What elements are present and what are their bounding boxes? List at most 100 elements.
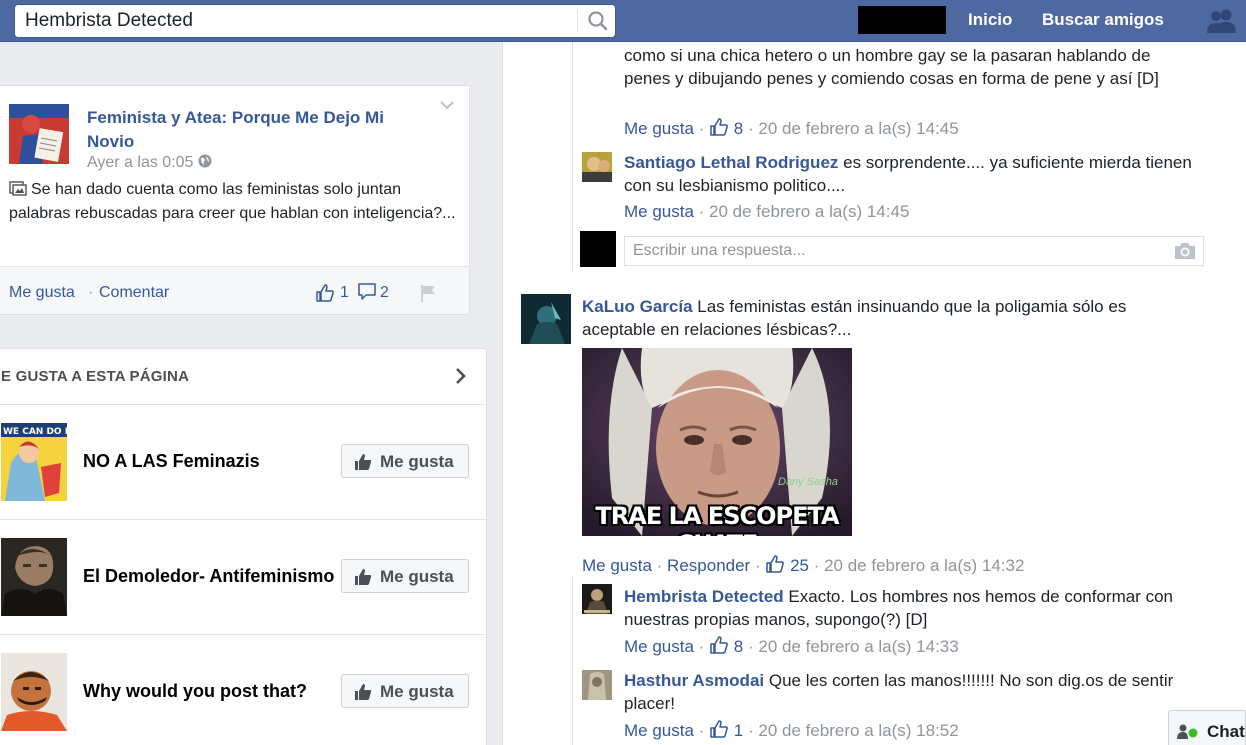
camera-icon xyxy=(1175,243,1195,259)
comments-column: como si una chica hetero o un hombre gay… xyxy=(502,42,1246,745)
post-action-separator: · xyxy=(88,284,94,301)
liked-page-thumbnail[interactable]: WE CAN DO IT! xyxy=(1,423,67,501)
liked-page-thumbnail-image: WE CAN DO IT! xyxy=(1,423,67,501)
commenter-avatar[interactable] xyxy=(582,670,612,700)
reply-comment: Hasthur Asmodai Que les corten las manos… xyxy=(624,669,1194,715)
comment-time[interactable]: 20 de febrero a la(s) 14:33 xyxy=(758,637,958,656)
commenter-avatar[interactable] xyxy=(582,152,612,182)
commenter-name[interactable]: Hasthur Asmodai xyxy=(624,671,764,690)
comment-like-link[interactable]: Me gusta xyxy=(624,721,694,740)
comment-like-count[interactable]: 1 xyxy=(734,721,743,740)
chat-online-icon xyxy=(1177,724,1198,739)
reply-input-box[interactable] xyxy=(624,236,1204,266)
chat-tab[interactable]: Chat xyxy=(1168,710,1246,745)
see-all-button[interactable] xyxy=(453,365,469,387)
post-like-link[interactable]: Me gusta xyxy=(9,284,75,302)
search-button[interactable] xyxy=(583,9,613,33)
like-page-button[interactable]: Me gusta xyxy=(341,444,469,478)
comment-like-link[interactable]: Me gusta xyxy=(624,637,694,656)
post-thumbnail[interactable] xyxy=(9,104,69,164)
search-box[interactable] xyxy=(14,4,616,38)
commenter-avatar-image xyxy=(521,294,571,344)
thumbs-up-icon xyxy=(355,454,372,470)
liked-page-row: Why would you post that? Me gusta xyxy=(0,635,486,745)
chat-label: Chat xyxy=(1207,722,1245,741)
photo-icon xyxy=(9,181,27,196)
post-comment-link[interactable]: Comentar xyxy=(99,284,169,302)
comment-icon xyxy=(358,283,376,300)
post-thumbnail-image xyxy=(9,104,69,164)
liked-page-thumb-text: WE CAN DO IT! xyxy=(3,427,67,437)
comment-meta: Me gusta · 20 de febrero a la(s) 14:45 xyxy=(624,202,910,221)
nav-home-link[interactable]: Inicio xyxy=(968,10,1012,30)
reply-comment: Hembrista Detected Exacto. Los hombres n… xyxy=(624,585,1194,631)
attach-photo-button[interactable] xyxy=(1173,242,1197,260)
like-icon xyxy=(710,720,728,738)
chevron-right-icon xyxy=(456,368,466,384)
commenter-avatar[interactable] xyxy=(521,294,571,344)
comment-like-link[interactable]: Me gusta xyxy=(582,556,652,575)
search-divider xyxy=(577,10,578,32)
commenter-avatar[interactable] xyxy=(582,584,612,614)
friend-requests-button[interactable] xyxy=(1204,6,1240,36)
thumbs-up-icon xyxy=(355,684,372,700)
post-text: Se han dado cuenta como las feministas s… xyxy=(9,178,461,226)
post-options-button[interactable] xyxy=(439,98,455,110)
commenter-avatar-image xyxy=(582,670,612,700)
like-icon xyxy=(766,555,785,573)
flag-icon[interactable] xyxy=(418,283,438,303)
comment-meme-image[interactable]: Dany Sasha TRAE LA ESCOPETA CUATE xyxy=(582,348,852,536)
like-icon xyxy=(710,118,728,136)
reply-input[interactable] xyxy=(625,237,1165,265)
page-likes-header: E GUSTA A ESTA PÁGINA xyxy=(0,349,486,405)
liked-page-thumbnail[interactable] xyxy=(1,653,67,731)
commenter-name[interactable]: Santiago Lethal Rodriguez xyxy=(624,153,838,172)
comment-time[interactable]: 20 de febrero a la(s) 14:45 xyxy=(758,119,958,138)
like-page-button-label: Me gusta xyxy=(380,682,454,701)
search-icon xyxy=(588,11,608,31)
liked-page-name[interactable]: NO A LAS Feminazis xyxy=(83,451,335,472)
commenter-avatar-image xyxy=(582,584,612,614)
suggested-post-card: Feminista y Atea: Porque Me Dejo Mi Novi… xyxy=(0,85,470,315)
comment-like-count[interactable]: 8 xyxy=(734,119,743,138)
post-page-title[interactable]: Feminista y Atea: Porque Me Dejo Mi Novi… xyxy=(87,106,417,154)
top-bar: Inicio Buscar amigos xyxy=(0,0,1246,42)
post-action-bar: Me gusta · Comentar 1 2 xyxy=(0,266,469,314)
post-text-content: Se han dado cuenta como las feministas s… xyxy=(9,181,456,222)
comment-time[interactable]: 20 de febrero a la(s) 14:45 xyxy=(709,202,909,221)
comment-time[interactable]: 20 de febrero a la(s) 18:52 xyxy=(758,721,958,740)
like-icon xyxy=(316,284,334,302)
liked-page-name[interactable]: Why would you post that? xyxy=(83,681,335,702)
comment-reply-link[interactable]: Responder xyxy=(667,556,750,575)
commenter-name[interactable]: Hembrista Detected xyxy=(624,587,784,606)
post-like-count[interactable]: 1 xyxy=(340,284,349,302)
redacted-profile xyxy=(858,6,946,34)
meme-caption: TRAE LA ESCOPETA CUATE xyxy=(595,502,839,536)
globe-icon xyxy=(198,154,212,168)
main-comment: KaLuo García Las feministas están insinu… xyxy=(582,295,1182,341)
commenter-name[interactable]: KaLuo García xyxy=(582,297,693,316)
reply-comment: Santiago Lethal Rodriguez es sorprendent… xyxy=(624,151,1194,197)
liked-page-thumbnail-image xyxy=(1,538,67,616)
left-column: Feminista y Atea: Porque Me Dejo Mi Novi… xyxy=(0,42,488,745)
nav-find-friends-link[interactable]: Buscar amigos xyxy=(1042,10,1164,30)
liked-page-name[interactable]: El Demoledor- Antifeminismo xyxy=(83,566,335,587)
like-page-button[interactable]: Me gusta xyxy=(341,559,469,593)
post-timestamp[interactable]: Ayer a las 0:05 xyxy=(87,154,212,172)
like-page-button[interactable]: Me gusta xyxy=(341,674,469,708)
like-page-button-label: Me gusta xyxy=(380,452,454,471)
comment-like-count[interactable]: 25 xyxy=(790,556,809,575)
comment-like-link[interactable]: Me gusta xyxy=(624,202,694,221)
liked-page-row: El Demoledor- Antifeminismo Me gusta xyxy=(0,520,486,635)
liked-page-thumbnail[interactable] xyxy=(1,538,67,616)
page-likes-card: E GUSTA A ESTA PÁGINA WE CAN DO IT! xyxy=(0,348,487,745)
liked-page-thumbnail-image xyxy=(1,653,67,731)
comment-text: como si una chica hetero o un hombre gay… xyxy=(624,46,1159,88)
comment-time[interactable]: 20 de febrero a la(s) 14:32 xyxy=(824,556,1024,575)
comment-like-link[interactable]: Me gusta xyxy=(624,119,694,138)
search-input[interactable] xyxy=(15,5,577,37)
reply-thread-line xyxy=(572,42,573,270)
comment-like-count[interactable]: 8 xyxy=(734,637,743,656)
meme-watermark: Dany Sasha xyxy=(778,476,838,488)
post-comment-count[interactable]: 2 xyxy=(380,284,389,302)
